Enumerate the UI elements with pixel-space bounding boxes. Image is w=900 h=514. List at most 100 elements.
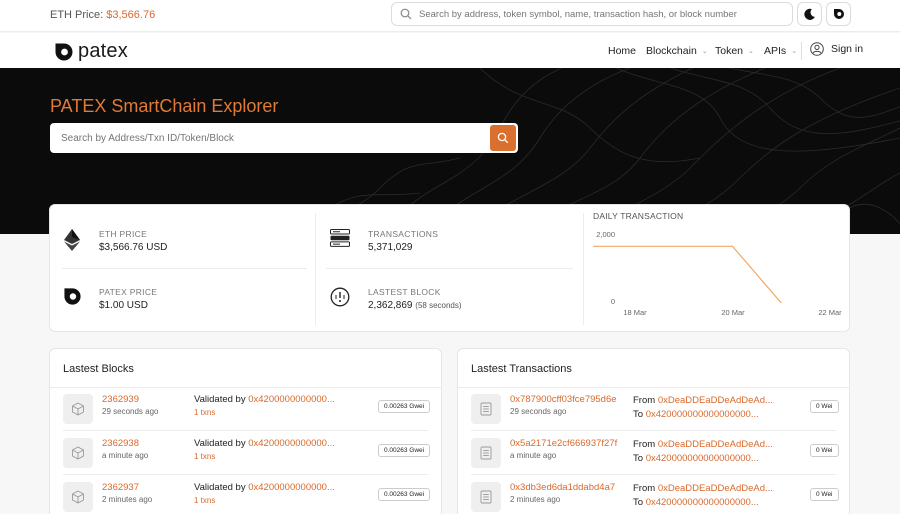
tx-age: a minute ago	[510, 451, 557, 460]
cube-icon	[63, 482, 93, 512]
hero-search-button[interactable]	[490, 125, 516, 151]
nav-blockchain[interactable]: Blockchain ⌄	[646, 45, 708, 57]
latest-transactions-panel: Lastest Transactions 0x787900cff03fce795…	[457, 348, 850, 514]
eth-price-ticker: ETH Price: $3,566.76	[50, 9, 155, 21]
nav-home-label: Home	[608, 45, 637, 57]
latest-transactions-title: Lastest Transactions	[471, 363, 572, 375]
latest-blocks-title: Lastest Blocks	[63, 363, 134, 375]
to-address-link[interactable]: 0x420000000000000000...	[646, 497, 759, 508]
chevron-down-icon: ⌄	[748, 48, 754, 55]
list-item: 0x3db3ed6da1ddabd4a7 2 minutes ago From …	[458, 475, 849, 514]
main-navbar: patex Home Blockchain ⌄ Token ⌄ APIs ⌄ S…	[0, 33, 900, 68]
dark-mode-toggle[interactable]	[797, 2, 822, 26]
transactions-stat: TRANSACTIONS 5,371,029	[330, 229, 438, 253]
y-tick-label: 0	[611, 297, 615, 306]
chevron-down-icon: ⌄	[701, 48, 708, 55]
validated-by-label: Validated by	[194, 482, 246, 493]
from-label: From	[633, 439, 656, 450]
from-address-link[interactable]: 0xDeaDDEaDDeAdDeAd...	[658, 395, 773, 406]
global-search-input[interactable]	[419, 6, 784, 22]
eth-price-value: $3,566.76	[106, 9, 156, 21]
latest-block-time: (58 seconds)	[415, 301, 462, 310]
txns-count-link[interactable]: 1 txns	[194, 496, 215, 505]
chevron-down-icon: ⌄	[791, 48, 798, 55]
block-age: a minute ago	[102, 451, 149, 460]
to-address-link[interactable]: 0x420000000000000000...	[646, 453, 759, 464]
nav-apis-label: APIs	[764, 45, 787, 57]
patex-logo-icon	[55, 43, 73, 60]
to-label: To	[633, 497, 644, 508]
tx-value-badge: 0 Wei	[810, 400, 839, 413]
txns-count-link[interactable]: 1 txns	[194, 452, 215, 461]
user-circle-icon	[810, 42, 824, 56]
list-item: 2362937 2 minutes ago Validated by 0x420…	[50, 475, 441, 514]
chart-series-line	[593, 245, 782, 304]
cube-icon	[63, 394, 93, 424]
global-search-box[interactable]	[391, 2, 793, 26]
nav-token-label: Token	[715, 45, 744, 57]
list-item: 0x5a2171e2cf666937f27f a minute ago From…	[458, 431, 849, 475]
document-icon	[471, 482, 501, 512]
logo-text: patex	[78, 40, 128, 62]
latest-block-label: LASTEST BLOCK	[368, 287, 441, 297]
latest-blocks-panel: Lastest Blocks 2362939 29 seconds ago Va…	[49, 348, 442, 514]
list-item: 2362939 29 seconds ago Validated by 0x42…	[50, 387, 441, 431]
sign-in-link[interactable]: Sign in	[810, 42, 863, 56]
latest-block-stat: LASTEST BLOCK 2,362,869 (58 seconds)	[330, 287, 462, 311]
patex-price-label: PATEX PRICE	[99, 287, 158, 297]
block-age: 29 seconds ago	[102, 407, 159, 416]
patex-logo[interactable]: patex	[54, 40, 128, 63]
divider	[326, 268, 573, 269]
patex-price-value: $1.00 USD	[99, 300, 148, 311]
nav-divider	[801, 42, 802, 60]
eth-price-value: $3,566.76 USD	[99, 242, 168, 253]
validator-link[interactable]: 0x4200000000000...	[248, 394, 335, 405]
ethereum-icon	[64, 229, 80, 251]
to-label: To	[633, 409, 644, 420]
tx-hash-link[interactable]: 0x3db3ed6da1ddabd4a7	[510, 482, 615, 493]
block-number-link[interactable]: 2362939	[102, 394, 139, 405]
from-address-link[interactable]: 0xDeaDDEaDDeAdDeAd...	[658, 439, 773, 450]
daily-transaction-chart: DAILY TRANSACTION 2,000 0 18 Mar 20 Mar …	[593, 211, 847, 329]
document-icon	[471, 394, 501, 424]
divider	[315, 213, 316, 325]
txns-count-link[interactable]: 1 txns	[194, 408, 215, 417]
list-item: 0x787900cff03fce795d6e 29 seconds ago Fr…	[458, 387, 849, 431]
document-icon	[471, 438, 501, 468]
clock-icon	[330, 287, 350, 307]
tx-value-badge: 0 Wei	[810, 444, 839, 457]
block-fee-badge: 0.00263 Gwei	[378, 444, 431, 457]
validator-link[interactable]: 0x4200000000000...	[248, 438, 335, 449]
to-address-link[interactable]: 0x420000000000000000...	[646, 409, 759, 420]
hero-search-input[interactable]	[61, 131, 481, 145]
latest-block-value: 2,362,869	[368, 300, 413, 311]
from-address-link[interactable]: 0xDeaDDEaDDeAdDeAd...	[658, 483, 773, 494]
search-icon	[497, 132, 509, 144]
eth-price-label: ETH Price:	[50, 9, 104, 21]
divider	[583, 213, 584, 325]
block-number-link[interactable]: 2362937	[102, 482, 139, 493]
block-number-link[interactable]: 2362938	[102, 438, 139, 449]
top-bar: ETH Price: $3,566.76	[0, 0, 900, 32]
x-tick-label: 20 Mar	[721, 308, 745, 317]
block-age: 2 minutes ago	[102, 495, 153, 504]
network-stats-card: ETH PRICE $3,566.76 USD PATEX PRICE $1.0…	[49, 204, 850, 332]
nav-apis[interactable]: APIs ⌄	[764, 45, 797, 57]
nav-token[interactable]: Token ⌄	[715, 45, 754, 57]
x-tick-label: 22 Mar	[818, 308, 842, 317]
search-icon	[400, 8, 412, 20]
list-item: 2362938 a minute ago Validated by 0x4200…	[50, 431, 441, 475]
validator-link[interactable]: 0x4200000000000...	[248, 482, 335, 493]
network-switch-button[interactable]	[826, 2, 851, 26]
hero-search-box[interactable]	[50, 123, 518, 153]
transactions-label: TRANSACTIONS	[368, 229, 439, 239]
to-label: To	[633, 453, 644, 464]
from-label: From	[633, 395, 656, 406]
server-stack-icon	[330, 229, 350, 247]
validated-by-label: Validated by	[194, 394, 246, 405]
tx-age: 2 minutes ago	[510, 495, 561, 504]
tx-hash-link[interactable]: 0x787900cff03fce795d6e	[510, 394, 617, 405]
tx-hash-link[interactable]: 0x5a2171e2cf666937f27f	[510, 438, 617, 449]
page-title: PATEX SmartChain Explorer	[50, 96, 279, 116]
nav-home[interactable]: Home	[608, 45, 636, 57]
